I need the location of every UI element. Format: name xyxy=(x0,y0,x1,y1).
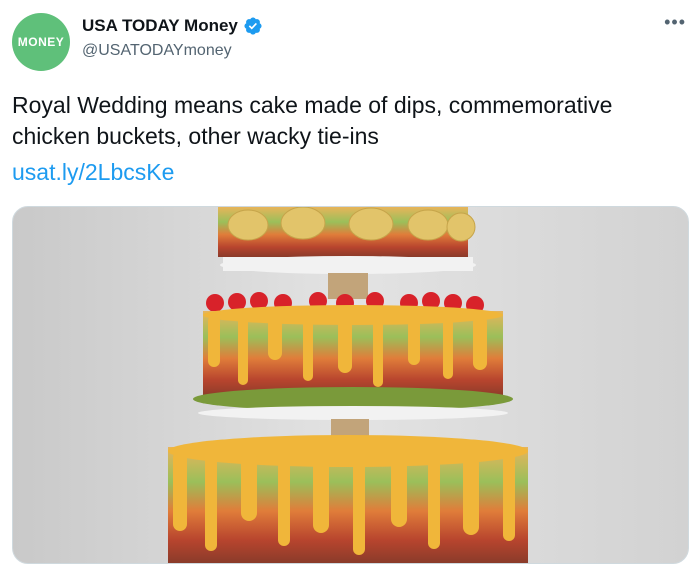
tweet-media-image[interactable] xyxy=(12,206,689,564)
avatar[interactable]: MONEY xyxy=(12,13,70,71)
author-handle[interactable]: @USATODAYmoney xyxy=(82,42,232,60)
display-name[interactable]: USA TODAY Money xyxy=(82,16,238,36)
tweet-text: Royal Wedding means cake made of dips, c… xyxy=(12,92,613,149)
tiered-dip-cake-photo xyxy=(13,207,688,563)
avatar-label: MONEY xyxy=(17,35,65,49)
author-name-row: USA TODAY Money xyxy=(82,16,263,36)
more-horizontal-icon[interactable]: ••• xyxy=(664,12,686,33)
tweet-link[interactable]: usat.ly/2LbcsKe xyxy=(12,157,174,188)
verified-badge-icon xyxy=(244,17,262,35)
